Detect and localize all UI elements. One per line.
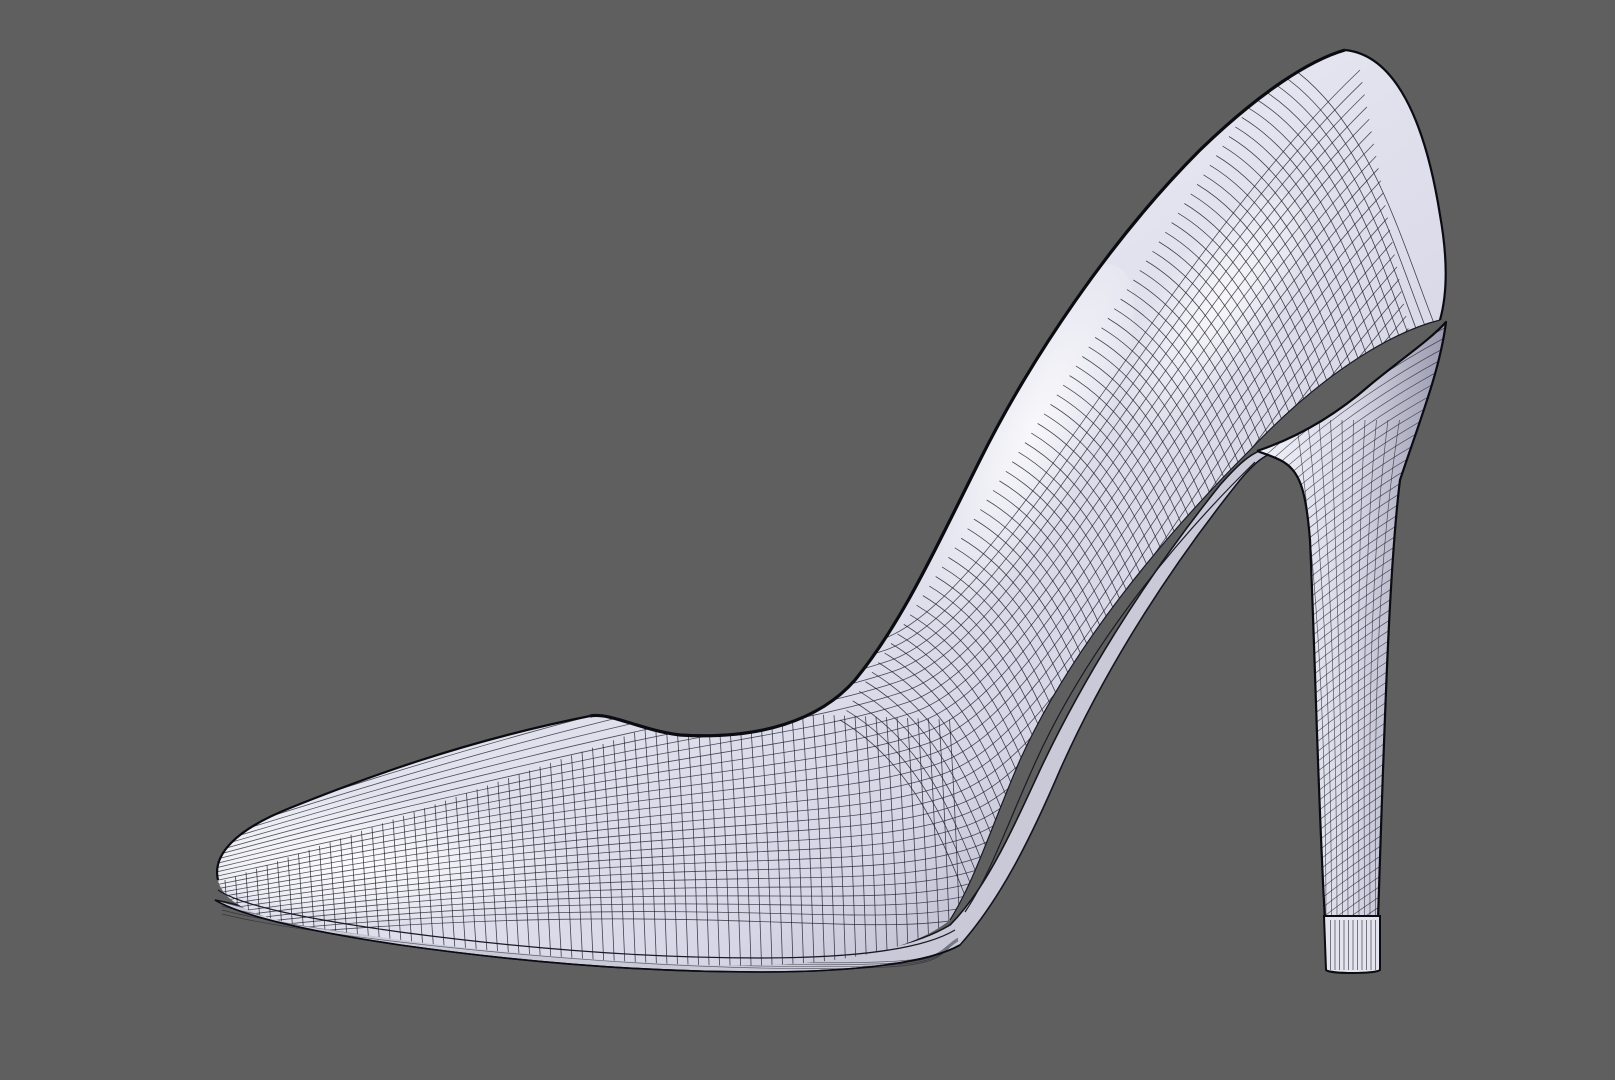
3d-viewport[interactable] <box>0 0 1615 1080</box>
viewport-canvas[interactable] <box>0 0 1615 1080</box>
heel-tip <box>1322 915 1381 974</box>
